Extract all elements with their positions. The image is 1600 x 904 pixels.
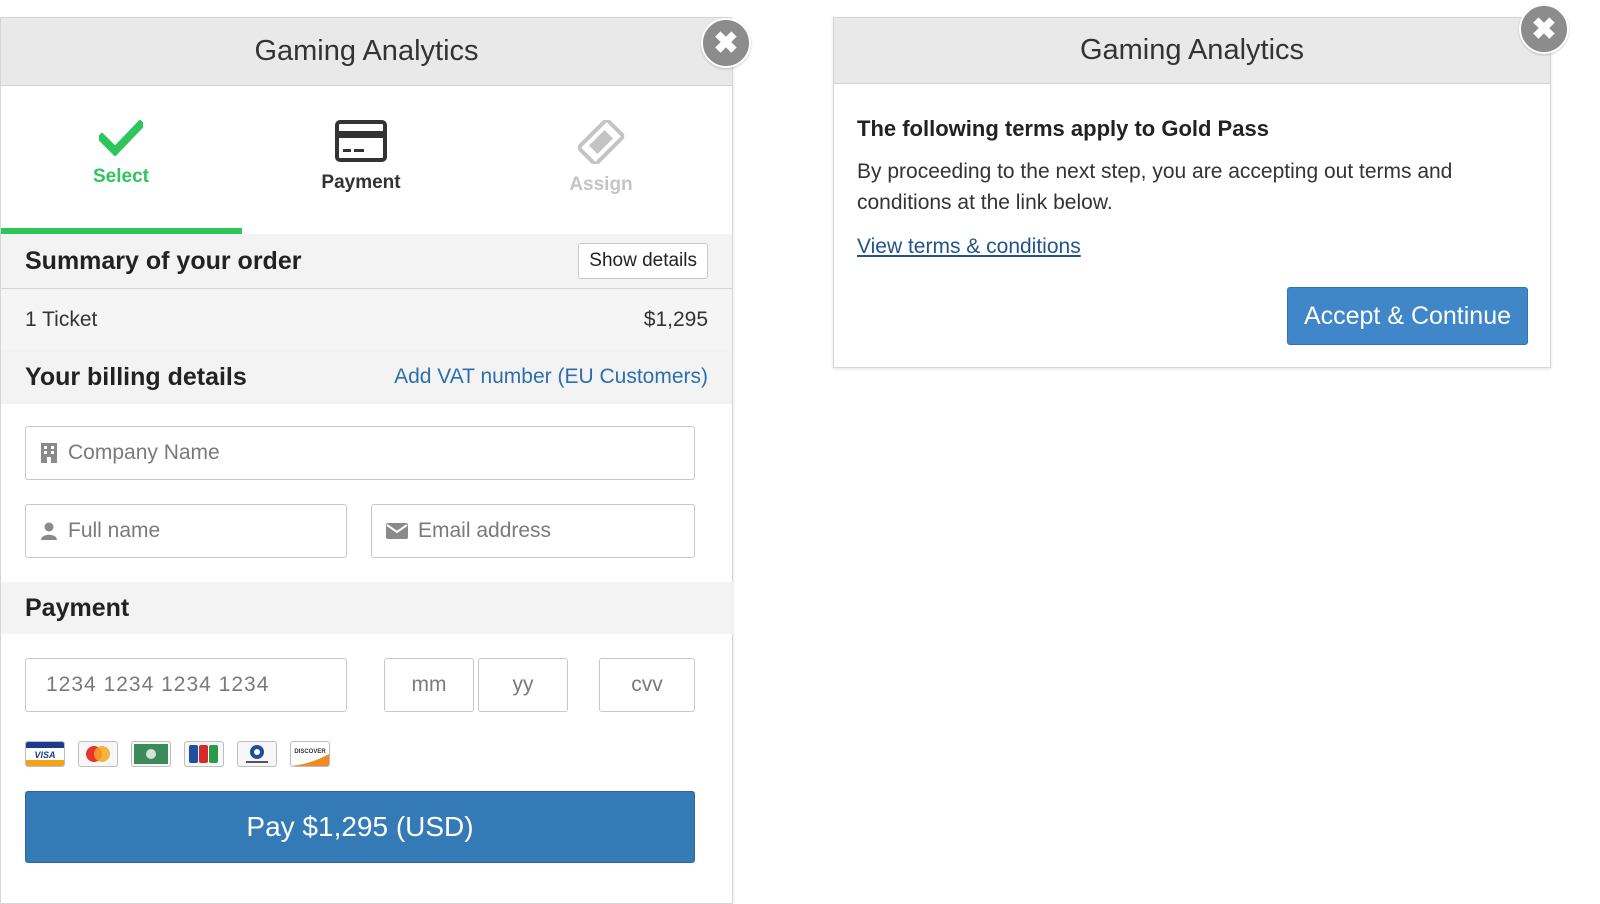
jcb-card-icon — [184, 741, 224, 767]
terms-modal-title: Gaming Analytics — [1079, 34, 1305, 66]
order-line-item: 1 Ticket $1,295 — [1, 288, 732, 350]
step-select-label: Select — [93, 166, 149, 187]
cvv-input[interactable] — [600, 673, 694, 697]
mastercard-card-icon — [78, 741, 118, 767]
expiry-year-field[interactable] — [478, 658, 568, 712]
step-payment[interactable]: Payment — [241, 86, 481, 234]
order-summary-header: Summary of your order Show details — [1, 234, 732, 288]
expiry-month-input[interactable] — [385, 673, 473, 697]
diners-club-card-icon — [237, 741, 277, 767]
accept-continue-button[interactable]: Accept & Continue — [1287, 287, 1528, 345]
cvv-field[interactable] — [599, 658, 695, 712]
step-progress-bar — [1, 228, 242, 234]
terms-body: By proceeding to the next step, you are … — [857, 160, 1453, 214]
email-field[interactable] — [371, 504, 695, 558]
checkout-steps: Select Payment Assign — [1, 86, 732, 234]
checkout-modal-header: Gaming Analytics — [1, 18, 732, 86]
envelope-icon — [386, 521, 408, 541]
svg-text:DISCOVER: DISCOVER — [294, 749, 326, 755]
card-number-field[interactable] — [25, 658, 347, 712]
payment-title: Payment — [25, 593, 130, 622]
view-terms-link[interactable]: View terms & conditions — [857, 235, 1081, 259]
discover-card-icon: DISCOVER — [290, 741, 330, 767]
step-payment-label: Payment — [321, 172, 401, 193]
visa-card-icon: VISA — [25, 741, 65, 767]
accept-continue-label: Accept & Continue — [1303, 301, 1512, 330]
full-name-field[interactable] — [25, 504, 347, 558]
terms-close-button[interactable]: ✖ — [1519, 4, 1569, 54]
amex-card-icon — [131, 741, 171, 767]
user-icon — [40, 521, 58, 541]
close-icon: ✖ — [1531, 12, 1557, 46]
building-icon — [40, 443, 58, 463]
checkout-close-button[interactable]: ✖ — [701, 18, 751, 68]
checkout-modal: Gaming Analytics Select Payment Assign S… — [0, 17, 751, 904]
company-name-input[interactable] — [58, 441, 694, 465]
card-brand-logos: VISA DISCOVER — [25, 741, 330, 767]
check-icon — [99, 120, 143, 156]
billing-header: Your billing details Add VAT number (EU … — [1, 350, 732, 404]
payment-header: Payment — [1, 582, 734, 634]
full-name-input[interactable] — [58, 519, 346, 543]
add-vat-link[interactable]: Add VAT number (EU Customers) — [394, 365, 708, 389]
credit-card-icon — [335, 120, 387, 162]
company-name-field[interactable] — [25, 426, 695, 480]
expiry-month-field[interactable] — [384, 658, 474, 712]
step-select[interactable]: Select — [1, 86, 241, 234]
expiry-year-input[interactable] — [479, 673, 567, 697]
pay-button[interactable]: Pay $1,295 (USD) — [25, 791, 695, 863]
card-number-input[interactable] — [36, 673, 346, 697]
svg-text:VISA: VISA — [34, 750, 55, 760]
checkout-modal-title: Gaming Analytics — [254, 35, 479, 67]
order-summary-title: Summary of your order — [25, 246, 302, 275]
order-item-price: $1,295 — [643, 307, 708, 331]
close-icon: ✖ — [713, 26, 739, 60]
terms-modal: Gaming Analytics The following terms app… — [833, 4, 1569, 368]
email-input[interactable] — [408, 519, 694, 543]
ticket-icon — [577, 120, 625, 164]
step-assign[interactable]: Assign — [481, 86, 721, 234]
terms-modal-header: Gaming Analytics — [834, 18, 1550, 84]
show-details-button[interactable]: Show details — [578, 243, 708, 279]
pay-button-label: Pay $1,295 (USD) — [246, 811, 474, 842]
order-item-label: 1 Ticket — [25, 307, 98, 331]
billing-title: Your billing details — [25, 362, 247, 391]
terms-heading: The following terms apply to Gold Pass — [857, 116, 1269, 141]
step-assign-label: Assign — [569, 174, 633, 195]
